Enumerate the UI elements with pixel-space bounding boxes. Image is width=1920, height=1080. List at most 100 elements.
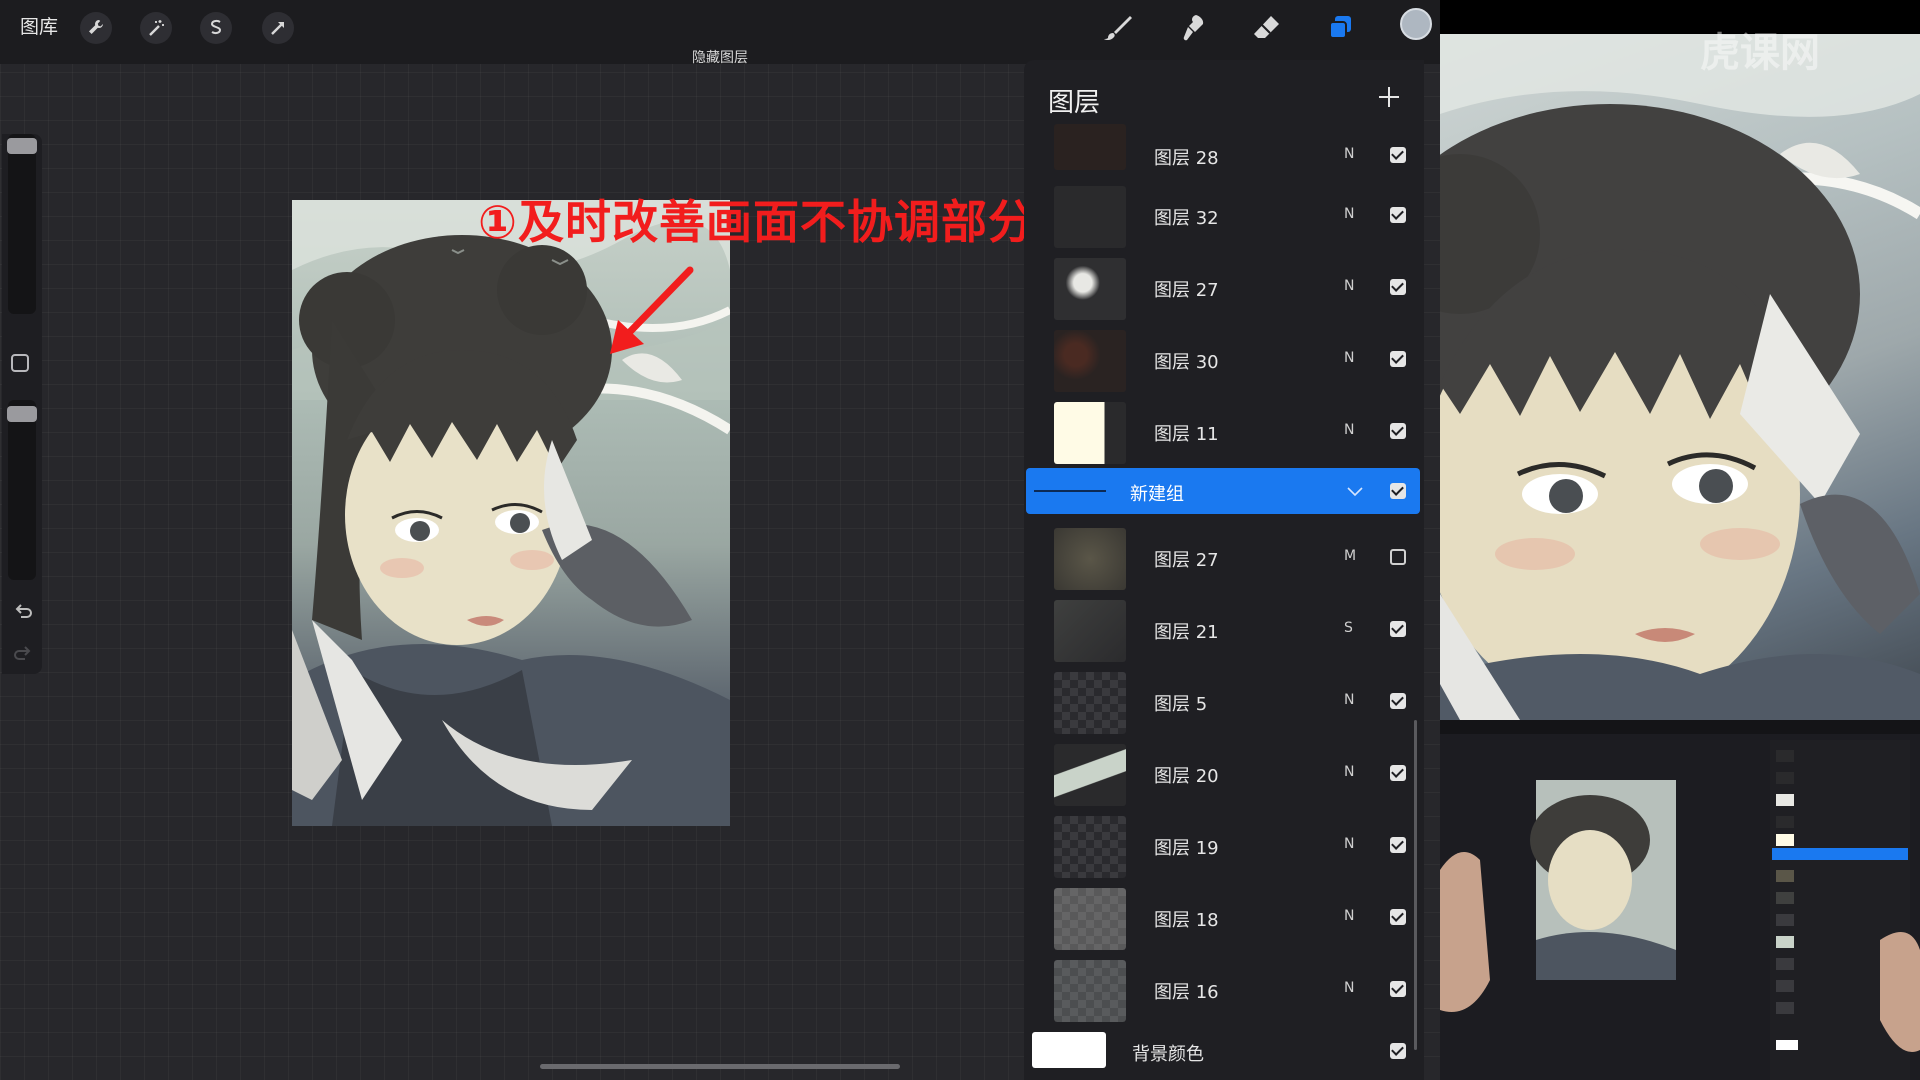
brush-icon[interactable] <box>1096 6 1140 50</box>
background-color-row[interactable]: 背景颜色 <box>1024 1020 1424 1080</box>
blend-mode-button[interactable]: S <box>1344 620 1353 636</box>
selection-icon[interactable] <box>200 12 232 44</box>
background-swatch[interactable] <box>1032 1032 1106 1068</box>
reference-zoom-pane <box>1440 34 1920 720</box>
visibility-checkbox[interactable] <box>1390 621 1406 637</box>
blend-mode-button[interactable]: N <box>1344 908 1354 924</box>
chevron-down-icon[interactable] <box>1346 482 1364 500</box>
layer-name: 图层 27 <box>1154 280 1219 301</box>
layer-thumbnail <box>1054 600 1126 662</box>
layer-row[interactable]: 图层 11 N <box>1024 398 1424 468</box>
layer-row[interactable]: 图层 19 N <box>1024 812 1424 882</box>
layer-row[interactable]: 图层 5 N <box>1024 668 1424 738</box>
layer-thumbnail <box>1054 402 1126 464</box>
layer-row[interactable]: 图层 30 N <box>1024 326 1424 396</box>
layer-row[interactable]: 图层 18 N <box>1024 884 1424 954</box>
layer-row[interactable]: 图层 27 N <box>1024 254 1424 324</box>
layer-name: 图层 19 <box>1154 838 1219 859</box>
zoomed-artwork <box>1440 34 1920 720</box>
smudge-icon[interactable] <box>1170 6 1214 50</box>
layer-name: 图层 20 <box>1154 766 1219 787</box>
visibility-checkbox[interactable] <box>1390 765 1406 781</box>
blend-mode-button[interactable]: N <box>1344 422 1354 438</box>
layer-thumbnail <box>1054 186 1126 248</box>
left-sidebar <box>2 134 42 674</box>
layer-row[interactable]: 图层 27 M <box>1024 524 1424 594</box>
layer-name: 图层 5 <box>1154 694 1208 715</box>
brush-size-handle[interactable] <box>7 138 37 154</box>
background-label: 背景颜色 <box>1132 1044 1204 1065</box>
layers-icon[interactable] <box>1318 6 1362 50</box>
visibility-checkbox[interactable] <box>1390 1043 1406 1059</box>
layer-thumbnail <box>1054 888 1126 950</box>
visibility-checkbox[interactable] <box>1390 909 1406 925</box>
annotation-arrow <box>610 266 694 354</box>
wrench-icon[interactable] <box>80 12 112 44</box>
blend-mode-button[interactable]: N <box>1344 692 1354 708</box>
blend-mode-button[interactable]: N <box>1344 278 1354 294</box>
layer-thumbnail <box>1054 124 1126 170</box>
layers-scrollbar[interactable] <box>1414 720 1417 1050</box>
layer-name: 图层 32 <box>1154 208 1219 229</box>
visibility-checkbox[interactable] <box>1390 423 1406 439</box>
layer-name: 图层 11 <box>1154 424 1219 445</box>
device-camera-view <box>1440 720 1920 1080</box>
layer-name: 图层 18 <box>1154 910 1219 931</box>
visibility-checkbox[interactable] <box>1390 837 1406 853</box>
layer-thumbnail <box>1054 960 1126 1022</box>
gallery-button[interactable]: 图库 <box>20 12 58 39</box>
blend-mode-button[interactable]: N <box>1344 206 1354 222</box>
brush-size-slider[interactable] <box>7 134 37 314</box>
layer-name: 图层 21 <box>1154 622 1219 643</box>
blend-mode-button[interactable]: N <box>1344 836 1354 852</box>
procreate-app: 图库 隐藏图层 ①及时改善画面不协调部分 图层 图层 28 N 图层 32 N … <box>0 0 1440 1080</box>
blend-mode-button[interactable]: N <box>1344 980 1354 996</box>
add-layer-icon[interactable] <box>1376 84 1402 110</box>
layer-thumbnail <box>1054 330 1126 392</box>
hidden-layer-toast: 隐藏图层 <box>692 50 748 66</box>
blend-mode-button[interactable]: M <box>1344 548 1356 564</box>
home-indicator[interactable] <box>540 1064 900 1069</box>
visibility-checkbox[interactable] <box>1390 483 1406 499</box>
layer-thumbnail <box>1054 816 1126 878</box>
group-name: 新建组 <box>1130 484 1184 505</box>
visibility-checkbox[interactable] <box>1390 693 1406 709</box>
magic-wand-icon[interactable] <box>140 12 172 44</box>
undo-icon[interactable] <box>12 600 34 622</box>
blend-mode-button[interactable]: N <box>1344 764 1354 780</box>
layer-thumbnail <box>1054 744 1126 806</box>
layer-name: 图层 28 <box>1154 148 1219 169</box>
watermark-logo: 虎课网 <box>1700 30 1820 76</box>
top-toolbar: 图库 隐藏图层 <box>0 0 1440 66</box>
layers-panel: 图层 图层 28 N 图层 32 N 图层 27 N 图层 30 N 图层 11… <box>1024 60 1424 1080</box>
transform-icon[interactable] <box>262 12 294 44</box>
layer-name: 图层 16 <box>1154 982 1219 1003</box>
color-picker-button[interactable] <box>1400 8 1432 40</box>
visibility-checkbox[interactable] <box>1390 279 1406 295</box>
layer-thumbnail <box>1054 672 1126 734</box>
layers-title: 图层 <box>1048 88 1101 118</box>
group-indicator <box>1034 490 1106 492</box>
layer-row[interactable]: 图层 20 N <box>1024 740 1424 810</box>
eyedropper-button[interactable] <box>11 354 29 372</box>
device-camera-pane <box>1440 720 1920 1080</box>
layer-row[interactable]: 图层 21 S <box>1024 596 1424 666</box>
visibility-checkbox[interactable] <box>1390 147 1406 163</box>
blend-mode-button[interactable]: N <box>1344 146 1354 162</box>
layer-row[interactable]: 图层 16 N <box>1024 956 1424 1026</box>
visibility-checkbox[interactable] <box>1390 207 1406 223</box>
layer-name: 图层 30 <box>1154 352 1219 373</box>
opacity-handle[interactable] <box>7 406 37 422</box>
visibility-checkbox[interactable] <box>1390 981 1406 997</box>
redo-icon[interactable] <box>12 642 34 664</box>
layer-name: 图层 27 <box>1154 550 1219 571</box>
annotation-text: ①及时改善画面不协调部分 <box>478 195 1035 249</box>
blend-mode-button[interactable]: N <box>1344 350 1354 366</box>
layer-row[interactable]: 图层 32 N <box>1024 182 1424 252</box>
eraser-icon[interactable] <box>1244 6 1288 50</box>
layer-thumbnail <box>1054 258 1126 320</box>
layer-group-row[interactable]: 新建组 <box>1026 468 1420 514</box>
visibility-checkbox[interactable] <box>1390 351 1406 367</box>
opacity-slider[interactable] <box>7 400 37 580</box>
visibility-checkbox[interactable] <box>1390 549 1406 565</box>
